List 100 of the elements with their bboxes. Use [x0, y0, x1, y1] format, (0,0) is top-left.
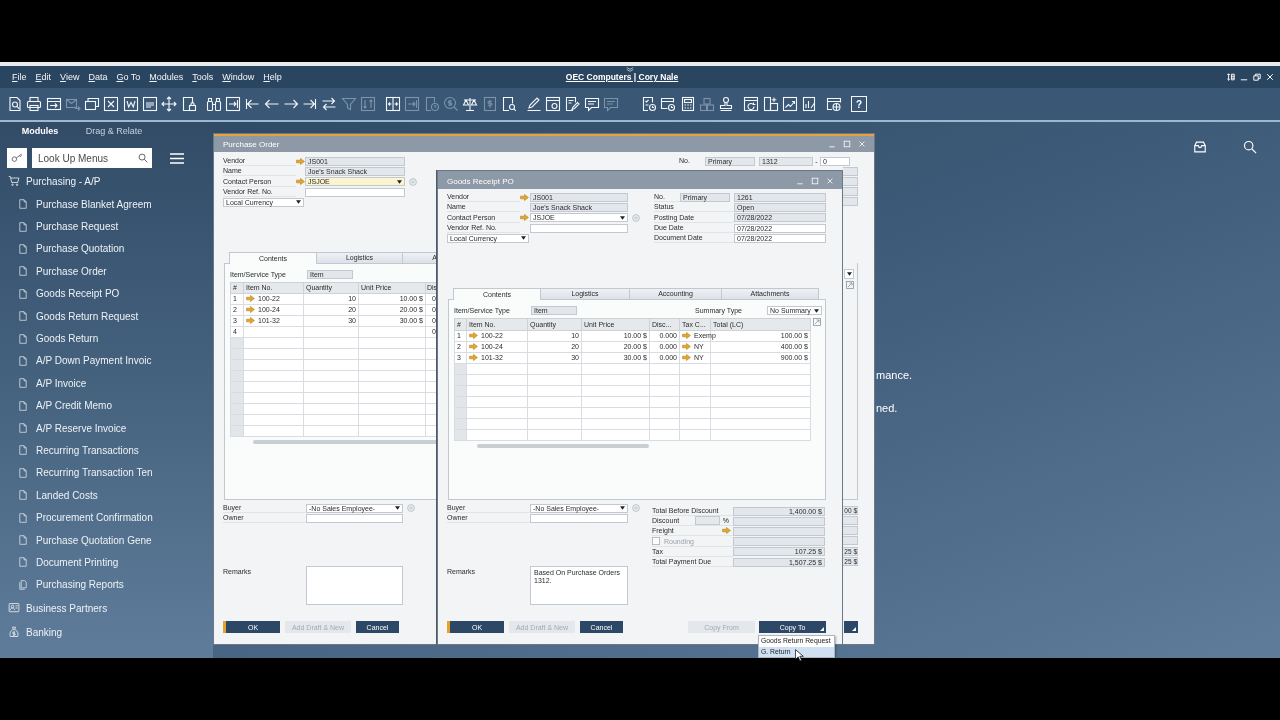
- menu-item[interactable]: Help: [263, 72, 282, 82]
- text-field[interactable]: [843, 197, 858, 207]
- dropdown-button[interactable]: [844, 621, 858, 633]
- menu-entry[interactable]: Goods Return: [0, 327, 213, 350]
- menu-item[interactable]: File: [12, 72, 27, 82]
- tray-icon[interactable]: [1193, 140, 1207, 154]
- remarks-field[interactable]: [306, 566, 403, 605]
- restore-icon[interactable]: [1253, 73, 1261, 81]
- menu-entry[interactable]: Document Printing: [0, 551, 213, 574]
- x-box-icon[interactable]: [103, 96, 120, 112]
- menu-entry[interactable]: Procurement Confirmation: [0, 506, 213, 529]
- menu-entry[interactable]: Recurring Transaction Ten: [0, 461, 213, 485]
- swap-arrows-icon[interactable]: [321, 96, 338, 112]
- document-icon: [19, 311, 27, 322]
- menu-entry[interactable]: Recurring Transactions: [0, 439, 213, 462]
- text-field[interactable]: [843, 167, 858, 177]
- document-box-icon[interactable]: [142, 96, 159, 112]
- printer-icon[interactable]: [26, 96, 43, 112]
- stamp-icon[interactable]: [718, 96, 735, 112]
- key-button[interactable]: [7, 148, 27, 168]
- link-arrow-icon[interactable]: [520, 214, 529, 222]
- menu-entry[interactable]: A/P Down Payment Invoic: [0, 349, 213, 373]
- document-chart-icon[interactable]: [801, 96, 818, 112]
- checklist-clock-icon[interactable]: [641, 96, 657, 112]
- module-item[interactable]: Business Partners: [0, 596, 213, 621]
- double-chevron-icon[interactable]: [626, 67, 634, 72]
- maximize-icon[interactable]: [843, 140, 851, 148]
- menu-item[interactable]: Window: [222, 72, 255, 82]
- last-record-icon[interactable]: [302, 96, 319, 112]
- window-refresh-icon[interactable]: [743, 96, 760, 112]
- company-user-link[interactable]: OEC Computers | Cory Nale: [565, 72, 679, 82]
- list-circle-icon[interactable]: [632, 504, 640, 513]
- menu-item[interactable]: Modules: [149, 72, 184, 82]
- menu-entry[interactable]: A/P Reserve Invoice: [0, 416, 213, 440]
- menu-entry[interactable]: Goods Receipt PO: [0, 282, 213, 305]
- window-gear-icon[interactable]: [545, 96, 562, 112]
- menu-item[interactable]: View: [60, 72, 80, 82]
- maximize-icon[interactable]: [811, 177, 819, 185]
- sidebar-tab[interactable]: Drag & Relate: [74, 122, 154, 140]
- expand-icon[interactable]: [846, 280, 854, 289]
- module-item[interactable]: Purchasing - A/P: [0, 169, 213, 193]
- text-field[interactable]: [843, 177, 858, 187]
- horizontal-scrollbar[interactable]: [253, 440, 436, 444]
- search-icon[interactable]: [138, 153, 148, 163]
- text-field[interactable]: [530, 223, 628, 233]
- expand-icon[interactable]: [813, 318, 821, 326]
- menu-item[interactable]: Tools: [192, 72, 214, 82]
- menu-entry[interactable]: Goods Return Request: [0, 304, 213, 328]
- sidebar-tab[interactable]: Modules: [6, 122, 74, 140]
- menu-entry[interactable]: Purchasing Reports: [0, 573, 213, 597]
- dropdown-field[interactable]: [844, 268, 854, 279]
- document-search-icon[interactable]: [7, 96, 23, 112]
- document-magnifier-icon[interactable]: [500, 96, 517, 112]
- text-field[interactable]: [305, 187, 405, 197]
- list-circle-icon[interactable]: [409, 177, 417, 186]
- document-pencil-icon[interactable]: [564, 96, 581, 112]
- binoculars-icon[interactable]: [205, 96, 222, 112]
- list-circle-icon[interactable]: [632, 213, 640, 222]
- arrange-icon[interactable]: [1227, 73, 1235, 81]
- text-field[interactable]: [530, 513, 628, 523]
- text-field[interactable]: [843, 187, 858, 197]
- document-icon: [19, 378, 27, 389]
- link-arrow-icon[interactable]: [296, 157, 305, 165]
- menu-entry[interactable]: Purchase Quotation Gene: [0, 528, 213, 552]
- link-arrow-icon[interactable]: [520, 193, 529, 201]
- search-icon[interactable]: [1243, 140, 1257, 154]
- menu-entry[interactable]: Purchase Request: [0, 215, 213, 238]
- first-record-icon[interactable]: [244, 96, 261, 112]
- window-globe-icon[interactable]: [826, 96, 843, 112]
- link-arrow-icon[interactable]: [722, 527, 731, 535]
- menu-icon[interactable]: [170, 152, 184, 164]
- list-circle-icon[interactable]: [407, 504, 415, 513]
- menu-item[interactable]: Data: [88, 72, 108, 82]
- w-box-icon[interactable]: [122, 96, 139, 112]
- window-title: Goods Receipt PO: [447, 176, 514, 186]
- module-item[interactable]: Banking: [0, 620, 213, 645]
- menu-entry[interactable]: A/P Credit Memo: [0, 394, 213, 417]
- percent-field[interactable]: [694, 516, 720, 526]
- menu-entry[interactable]: Landed Costs: [0, 484, 213, 507]
- split-arrows-icon[interactable]: [385, 96, 402, 112]
- link-arrow-icon[interactable]: [296, 178, 305, 186]
- text-field[interactable]: [306, 513, 403, 523]
- help-button[interactable]: ?: [851, 96, 868, 112]
- horizontal-scrollbar[interactable]: [477, 444, 649, 448]
- menu-entry[interactable]: Purchase Order: [0, 260, 213, 283]
- menu-entry[interactable]: Purchase Quotation: [0, 237, 213, 261]
- stacked-windows-icon[interactable]: [84, 96, 101, 112]
- move-arrows-icon[interactable]: [161, 96, 178, 112]
- menu-entry[interactable]: Purchase Blanket Agreem: [0, 193, 213, 216]
- document-lock-icon[interactable]: [180, 96, 197, 112]
- menu-item[interactable]: Edit: [35, 72, 52, 82]
- calculator-icon[interactable]: [679, 96, 696, 112]
- window-clock-icon[interactable]: [660, 96, 677, 112]
- menu-entry[interactable]: A/P Invoice: [0, 372, 213, 395]
- balance-scale-icon[interactable]: [462, 96, 479, 112]
- menu-item[interactable]: Go To: [116, 72, 141, 82]
- close-icon[interactable]: [1266, 73, 1274, 81]
- menu-search-field[interactable]: Look Up Menus: [32, 148, 152, 168]
- pencil-icon[interactable]: [525, 96, 542, 112]
- layout-plus-icon[interactable]: [762, 96, 779, 112]
